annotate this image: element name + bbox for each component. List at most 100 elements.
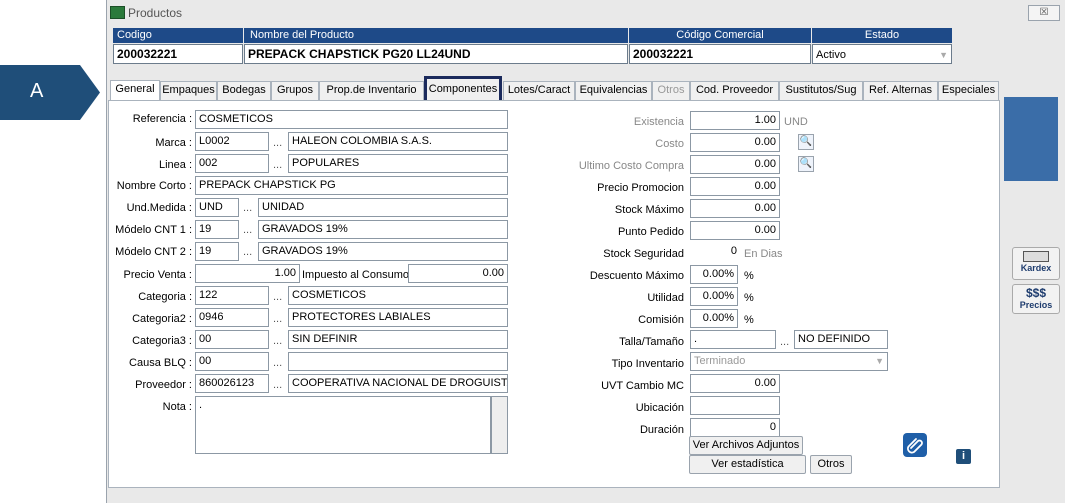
tipo-inventario-value: Terminado [694, 355, 746, 367]
precio-promocion-field[interactable]: 0.00 [690, 177, 780, 196]
utilidad-label: Utilidad [647, 292, 684, 304]
estado-value: Activo [816, 49, 846, 61]
und-medida-lookup[interactable]: ... [243, 202, 252, 214]
codigo-field[interactable]: 200032221 [113, 44, 243, 64]
referencia-field[interactable]: COSMETICOS [195, 110, 508, 129]
tab-cod-proveedor[interactable]: Cod. Proveedor [690, 81, 779, 100]
causa-blq-lookup[interactable]: ... [273, 357, 282, 369]
comercial-field[interactable]: 200032221 [629, 44, 811, 64]
categoria3-code[interactable]: 00 [195, 330, 269, 349]
tab-otros[interactable]: Otros [652, 81, 690, 100]
categoria-code[interactable]: 122 [195, 286, 269, 305]
existencia-label: Existencia [633, 116, 684, 128]
tab-general[interactable]: General [110, 80, 160, 101]
cnt1-lookup[interactable]: ... [243, 224, 252, 236]
otros-button[interactable]: Otros [810, 455, 852, 474]
und-medida-code[interactable]: UND [195, 198, 239, 217]
ver-archivos-button[interactable]: Ver Archivos Adjuntos [689, 436, 803, 455]
comision-label: Comisión [638, 314, 684, 326]
tab-especiales[interactable]: Especiales [938, 81, 999, 100]
tab-grupos[interactable]: Grupos [271, 81, 319, 100]
tipo-inventario-select[interactable]: Terminado ▼ [690, 352, 888, 371]
info-icon[interactable]: i [956, 449, 971, 464]
categoria2-code[interactable]: 0946 [195, 308, 269, 327]
nota-label: Nota : [162, 401, 192, 413]
proveedor-name[interactable]: COOPERATIVA NACIONAL DE DROGUISTAS D [288, 374, 508, 393]
uvt-field[interactable]: 0.00 [690, 374, 780, 393]
und-medida-name[interactable]: UNIDAD [258, 198, 508, 217]
tab-ref-alternas[interactable]: Ref. Alternas [863, 81, 938, 100]
ultimo-costo-label: Ultimo Costo Compra [578, 160, 684, 172]
tab-lotes[interactable]: Lotes/Caract [503, 81, 575, 100]
categoria2-lookup[interactable]: ... [273, 313, 282, 325]
categoria-name[interactable]: COSMETICOS [288, 286, 508, 305]
marca-name[interactable]: HALEON COLOMBIA S.A.S. [288, 132, 508, 151]
cnt1-label: Módelo CNT 1 : [115, 224, 192, 236]
estado-select[interactable]: Activo ▼ [812, 44, 952, 64]
utilidad-field[interactable]: 0.00% [690, 287, 738, 306]
linea-lookup[interactable]: ... [273, 159, 282, 171]
cnt1-name[interactable]: GRAVADOS 19% [258, 220, 508, 239]
linea-label: Linea : [158, 159, 192, 171]
descuento-maximo-field[interactable]: 0.00% [690, 265, 738, 284]
stock-seguridad-field[interactable]: 0 [690, 243, 740, 262]
causa-blq-label: Causa BLQ : [129, 357, 192, 369]
impuesto-field[interactable]: 0.00 [408, 264, 508, 283]
categoria-lookup[interactable]: ... [273, 291, 282, 303]
comision-unit: % [744, 314, 754, 326]
existencia-field[interactable]: 1.00 [690, 111, 780, 130]
talla-lookup[interactable]: ... [780, 336, 789, 348]
ultimo-costo-field[interactable]: 0.00 [690, 155, 780, 174]
tab-sustitutos[interactable]: Sustitutos/Sug [779, 81, 863, 100]
categoria3-lookup[interactable]: ... [273, 335, 282, 347]
impuesto-label: Impuesto al Consumo [302, 269, 409, 281]
side-panel [1004, 97, 1058, 181]
cnt2-name[interactable]: GRAVADOS 19% [258, 242, 508, 261]
codigo-header: Codigo [113, 28, 243, 43]
linea-code[interactable]: 002 [195, 154, 269, 173]
causa-blq-name[interactable] [288, 352, 508, 371]
talla-name[interactable]: NO DEFINIDO [794, 330, 888, 349]
nota-scrollbar[interactable] [491, 396, 508, 454]
punto-pedido-field[interactable]: 0.00 [690, 221, 780, 240]
tab-empaques[interactable]: Empaques [160, 81, 217, 100]
marca-lookup[interactable]: ... [273, 137, 282, 149]
proveedor-code[interactable]: 860026123 [195, 374, 269, 393]
ubicacion-field[interactable] [690, 396, 780, 415]
costo-field[interactable]: 0.00 [690, 133, 780, 152]
nota-textarea[interactable]: . [195, 396, 491, 454]
tab-equivalencias[interactable]: Equivalencias [575, 81, 652, 100]
nombre-corto-label: Nombre Corto : [116, 180, 192, 192]
tab-bodegas[interactable]: Bodegas [217, 81, 271, 100]
callout-arrow [0, 65, 100, 120]
costo-label: Costo [655, 138, 684, 150]
marca-code[interactable]: L0002 [195, 132, 269, 151]
nombre-field[interactable]: PREPACK CHAPSTICK PG20 LL24UND [244, 44, 628, 64]
ultimo-costo-magnifier-icon[interactable]: 🔍 [798, 156, 814, 172]
costo-magnifier-icon[interactable]: 🔍 [798, 134, 814, 150]
kardex-button[interactable]: Kardex [1012, 247, 1060, 280]
tab-prop-inventario[interactable]: Prop.de Inventario [319, 81, 424, 100]
stock-maximo-field[interactable]: 0.00 [690, 199, 780, 218]
categoria2-label: Categoria2 : [132, 313, 192, 325]
cnt2-lookup[interactable]: ... [243, 246, 252, 258]
cnt1-code[interactable]: 19 [195, 220, 239, 239]
categoria3-name[interactable]: SIN DEFINIR [288, 330, 508, 349]
nombre-corto-field[interactable]: PREPACK CHAPSTICK PG [195, 176, 508, 195]
precios-button[interactable]: $$$ Precios [1012, 284, 1060, 314]
causa-blq-code[interactable]: 00 [195, 352, 269, 371]
proveedor-lookup[interactable]: ... [273, 379, 282, 391]
paperclip-icon[interactable] [903, 433, 927, 457]
callout-label: A [30, 80, 44, 102]
stock-seguridad-label: Stock Seguridad [603, 248, 684, 260]
tab-componentes[interactable]: Componentes [424, 76, 502, 103]
precio-venta-field[interactable]: 1.00 [195, 264, 300, 283]
talla-code[interactable]: . [690, 330, 776, 349]
cnt2-code[interactable]: 19 [195, 242, 239, 261]
categoria2-name[interactable]: PROTECTORES LABIALES [288, 308, 508, 327]
close-button[interactable]: ☒ [1028, 5, 1060, 21]
comision-field[interactable]: 0.00% [690, 309, 738, 328]
ver-estadistica-button[interactable]: Ver estadística [689, 455, 806, 474]
linea-name[interactable]: POPULARES [288, 154, 508, 173]
duracion-field[interactable]: 0 [690, 418, 780, 437]
